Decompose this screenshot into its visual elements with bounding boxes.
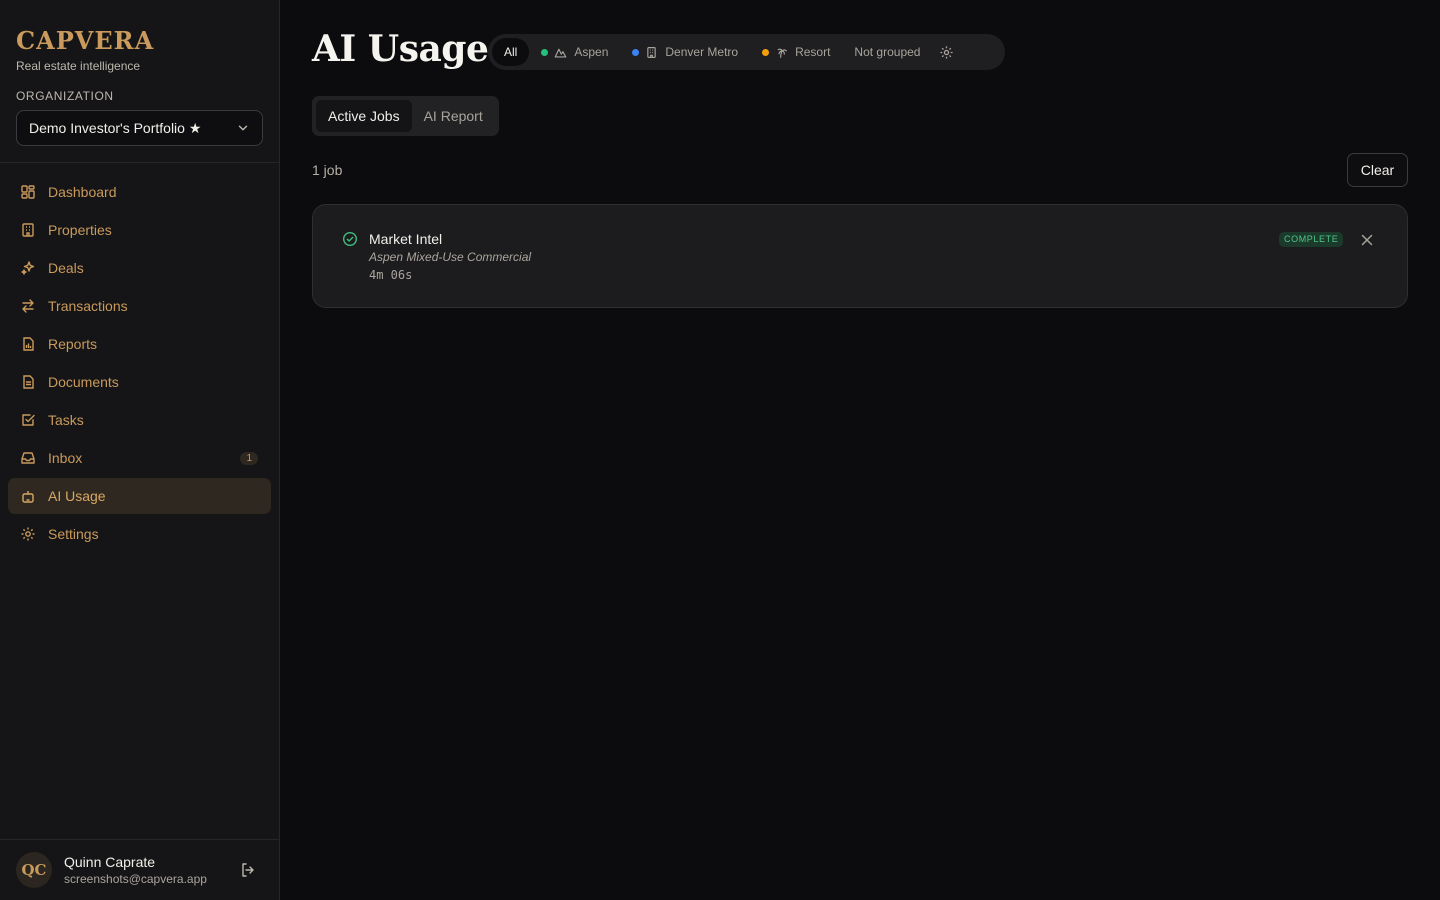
gear-icon [21,527,35,541]
user-email: screenshots@capvera.app [64,872,207,886]
sidebar-item-transactions[interactable]: Transactions [8,288,271,324]
sidebar-nav: Dashboard Properties Deals Transactions … [8,174,271,554]
sidebar-item-label: Deals [48,260,84,276]
sidebar-item-tasks[interactable]: Tasks [8,402,271,438]
filter-chip-label: Not grouped [854,45,921,59]
sidebar-item-reports[interactable]: Reports [8,326,271,362]
status-dot [762,48,770,56]
group-settings-button[interactable] [932,38,960,66]
sidebar-item-label: Transactions [48,298,128,314]
building-icon [22,223,34,237]
clear-button[interactable]: Clear [1347,153,1408,187]
sidebar-divider [0,839,280,840]
avatar[interactable]: QC [16,852,52,888]
filter-chip-resort[interactable]: Resort [750,38,842,66]
sidebar-item-label: Reports [48,336,98,352]
sidebar-item-ai-usage[interactable]: AI Usage [8,478,271,514]
brand-name: CAPVERA [16,26,155,55]
user-name: Quinn Caprate [64,854,156,870]
job-duration: 4m 06s [369,268,413,282]
sidebar-item-label: Dashboard [48,184,117,200]
filter-chip-denver-metro[interactable]: Denver Metro [620,38,750,66]
inbox-icon [21,452,35,464]
tab-bar: Active Jobs AI Report [312,96,499,136]
chevron-down-icon [238,125,248,131]
document-icon [23,375,34,389]
sidebar-item-label: Tasks [48,412,84,428]
filter-chip-all[interactable]: All [492,38,530,66]
page-title: AI Usage [312,28,489,70]
brand-tagline: Real estate intelligence [16,59,141,73]
report-icon [23,337,34,351]
inbox-count-badge: 1 [240,451,258,465]
sidebar-item-label: Inbox [48,450,83,466]
job-title: Market Intel [369,231,443,247]
check-circle-icon [342,231,358,247]
group-filter-bar: All Aspen Denver Metro Resort Not groupe… [488,34,1005,70]
organization-select[interactable]: Demo Investor's Portfolio ★ [16,110,263,146]
sidebar-item-label: Settings [48,526,99,542]
organization-label: ORGANIZATION [16,89,114,103]
building-icon [647,46,657,58]
sidebar-divider [0,162,280,163]
sidebar-item-label: Properties [48,222,112,238]
status-badge: COMPLETE [1279,232,1344,247]
filter-chip-label: Denver Metro [665,45,739,59]
robot-icon [22,491,34,503]
sidebar-item-settings[interactable]: Settings [8,516,271,552]
organization-select-value: Demo Investor's Portfolio ★ [29,119,202,136]
filter-chip-aspen[interactable]: Aspen [529,38,620,66]
job-count: 1 job [312,162,343,178]
sidebar-item-label: Documents [48,374,119,390]
checkbox-icon [22,414,35,426]
sidebar-item-documents[interactable]: Documents [8,364,271,400]
sidebar: CAPVERA Real estate intelligence ORGANIZ… [0,0,280,900]
status-dot [632,48,640,56]
filter-chip-label: Resort [795,45,831,59]
sparkles-icon [21,261,35,275]
brand: CAPVERA Real estate intelligence [16,26,154,73]
tab-active-jobs[interactable]: Active Jobs [316,100,412,132]
job-card: Market Intel Aspen Mixed-Use Commercial … [312,204,1408,308]
filter-chip-label: Aspen [574,45,609,59]
tab-ai-report[interactable]: AI Report [412,100,495,132]
filter-chip-label: All [504,45,518,59]
logout-icon[interactable] [240,862,256,878]
sidebar-item-deals[interactable]: Deals [8,250,271,286]
dashboard-icon [21,185,35,199]
mountain-icon [554,48,567,58]
user-info: Quinn Caprate screenshots@capvera.app [64,854,240,886]
sidebar-item-inbox[interactable]: Inbox 1 [8,440,271,476]
close-icon[interactable] [1360,233,1374,247]
job-subtitle: Aspen Mixed-Use Commercial [369,250,532,264]
arrows-left-right-icon [22,299,34,313]
sidebar-item-dashboard[interactable]: Dashboard [8,174,271,210]
sidebar-item-label: AI Usage [48,488,106,504]
palm-tree-icon [777,48,788,58]
filter-chip-not-grouped[interactable]: Not grouped [842,38,932,66]
gear-icon [940,45,953,59]
sidebar-item-properties[interactable]: Properties [8,212,271,248]
user-profile: QC Quinn Caprate screenshots@capvera.app [16,852,264,888]
status-dot [541,48,549,56]
